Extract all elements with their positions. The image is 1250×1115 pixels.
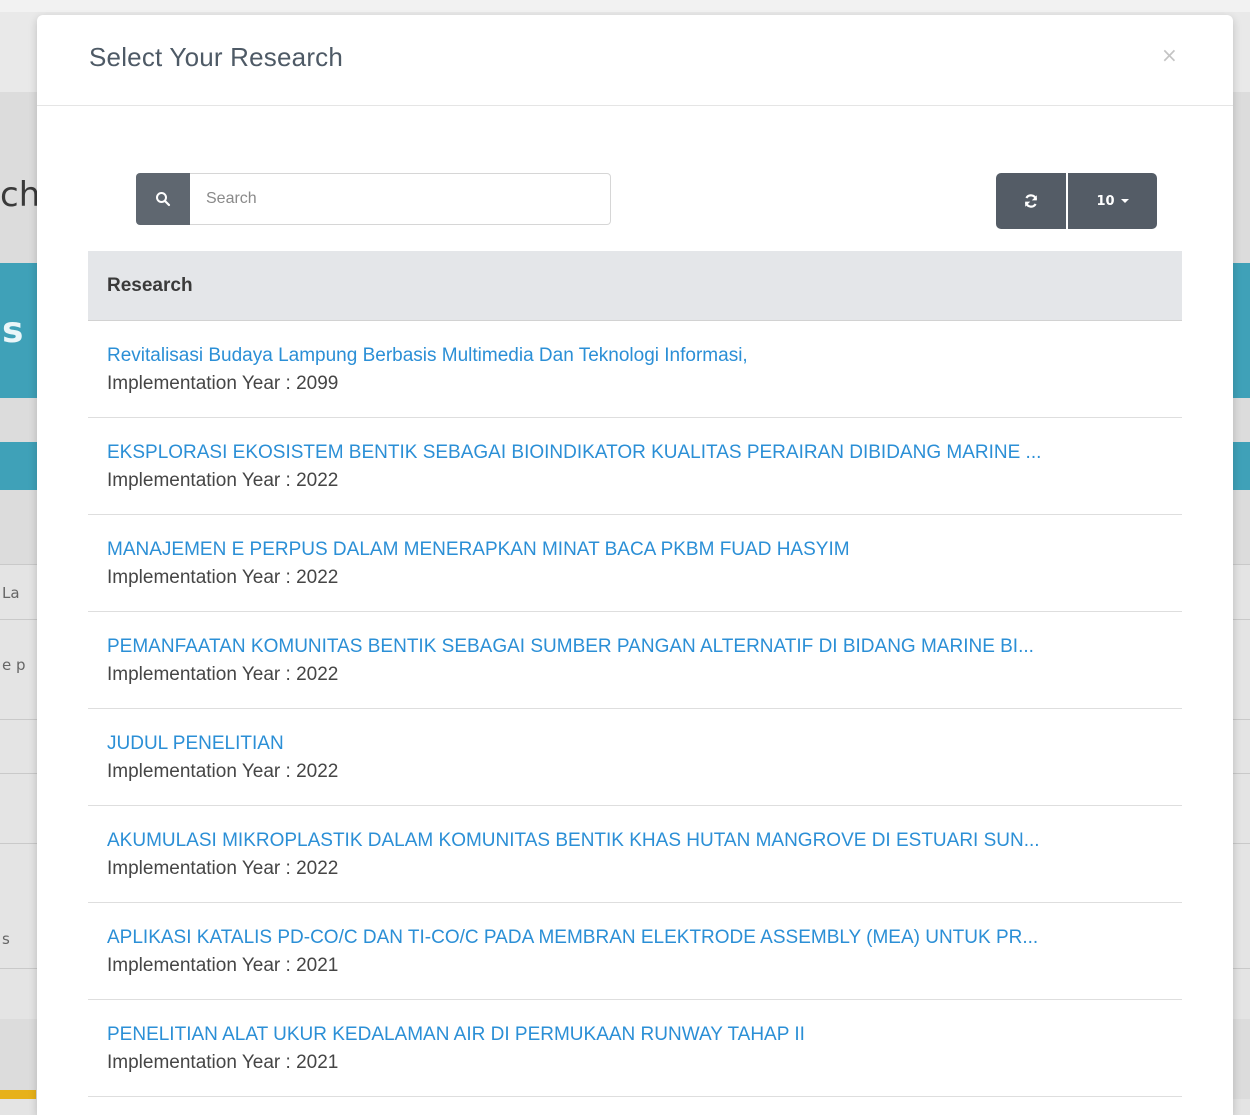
implementation-year: Implementation Year : 2021 — [107, 1052, 339, 1073]
research-title-link[interactable]: APLIKASI KATALIS PD-CO/C DAN TI-CO/C PAD… — [107, 924, 1167, 952]
modal-header: Select Your Research × — [37, 15, 1233, 106]
research-title-link[interactable]: EKSPLORASI EKOSISTEM BENTIK SEBAGAI BIOI… — [107, 439, 1167, 467]
research-title-link[interactable]: PENELITIAN ALAT UKUR KEDALAMAN AIR DI PE… — [107, 1021, 1167, 1049]
table-header: Research — [88, 251, 1182, 321]
research-list: Revitalisasi Budaya Lampung Berbasis Mul… — [88, 321, 1182, 1097]
select-research-modal: Select Your Research × 10 Research Revit… — [37, 15, 1233, 1115]
search-group — [136, 173, 613, 225]
implementation-year: Implementation Year : 2022 — [107, 664, 339, 685]
refresh-icon — [1024, 194, 1038, 208]
table-row: PENELITIAN ALAT UKUR KEDALAMAN AIR DI PE… — [88, 1000, 1182, 1097]
table-row: APLIKASI KATALIS PD-CO/C DAN TI-CO/C PAD… — [88, 903, 1182, 1000]
column-header-research[interactable]: Research — [107, 275, 193, 297]
implementation-year: Implementation Year : 2022 — [107, 567, 339, 588]
table-row: EKSPLORASI EKOSISTEM BENTIK SEBAGAI BIOI… — [88, 418, 1182, 515]
research-title-link[interactable]: JUDUL PENELITIAN — [107, 730, 1167, 758]
background-heading: ch — [0, 175, 41, 215]
close-button[interactable]: × — [1161, 43, 1178, 67]
table-row: MANAJEMEN E PERPUS DALAM MENERAPKAN MINA… — [88, 515, 1182, 612]
search-icon-glyph — [156, 192, 171, 207]
implementation-year: Implementation Year : 2022 — [107, 761, 339, 782]
table-row: PEMANFAATAN KOMUNITAS BENTIK SEBAGAI SUM… — [88, 612, 1182, 709]
modal-title: Select Your Research — [89, 42, 344, 72]
table-row: JUDUL PENELITIAN Implementation Year : 2… — [88, 709, 1182, 806]
search-icon — [136, 173, 190, 225]
search-input[interactable] — [190, 173, 611, 225]
implementation-year: Implementation Year : 2021 — [107, 955, 339, 976]
research-title-link[interactable]: AKUMULASI MIKROPLASTIK DALAM KOMUNITAS B… — [107, 827, 1167, 855]
page-size-dropdown[interactable]: 10 — [1068, 173, 1157, 229]
table-row: Revitalisasi Budaya Lampung Berbasis Mul… — [88, 321, 1182, 418]
background-topbar — [0, 0, 1250, 12]
research-title-link[interactable]: MANAJEMEN E PERPUS DALAM MENERAPKAN MINA… — [107, 536, 1167, 564]
implementation-year: Implementation Year : 2022 — [107, 858, 339, 879]
background-banner-text: s — [2, 310, 24, 351]
implementation-year: Implementation Year : 2099 — [107, 373, 339, 394]
page-size-value: 10 — [1096, 193, 1115, 209]
caret-down-icon — [1120, 199, 1129, 203]
background-badge — [0, 1090, 36, 1099]
refresh-button[interactable] — [996, 173, 1066, 229]
background-row-text: s — [2, 930, 10, 948]
implementation-year: Implementation Year : 2022 — [107, 470, 339, 491]
research-title-link[interactable]: Revitalisasi Budaya Lampung Berbasis Mul… — [107, 342, 1167, 370]
research-title-link[interactable]: PEMANFAATAN KOMUNITAS BENTIK SEBAGAI SUM… — [107, 633, 1167, 661]
background-row-text: La — [2, 584, 20, 602]
background-row-text: e p — [2, 656, 26, 674]
table-row: AKUMULASI MIKROPLASTIK DALAM KOMUNITAS B… — [88, 806, 1182, 903]
